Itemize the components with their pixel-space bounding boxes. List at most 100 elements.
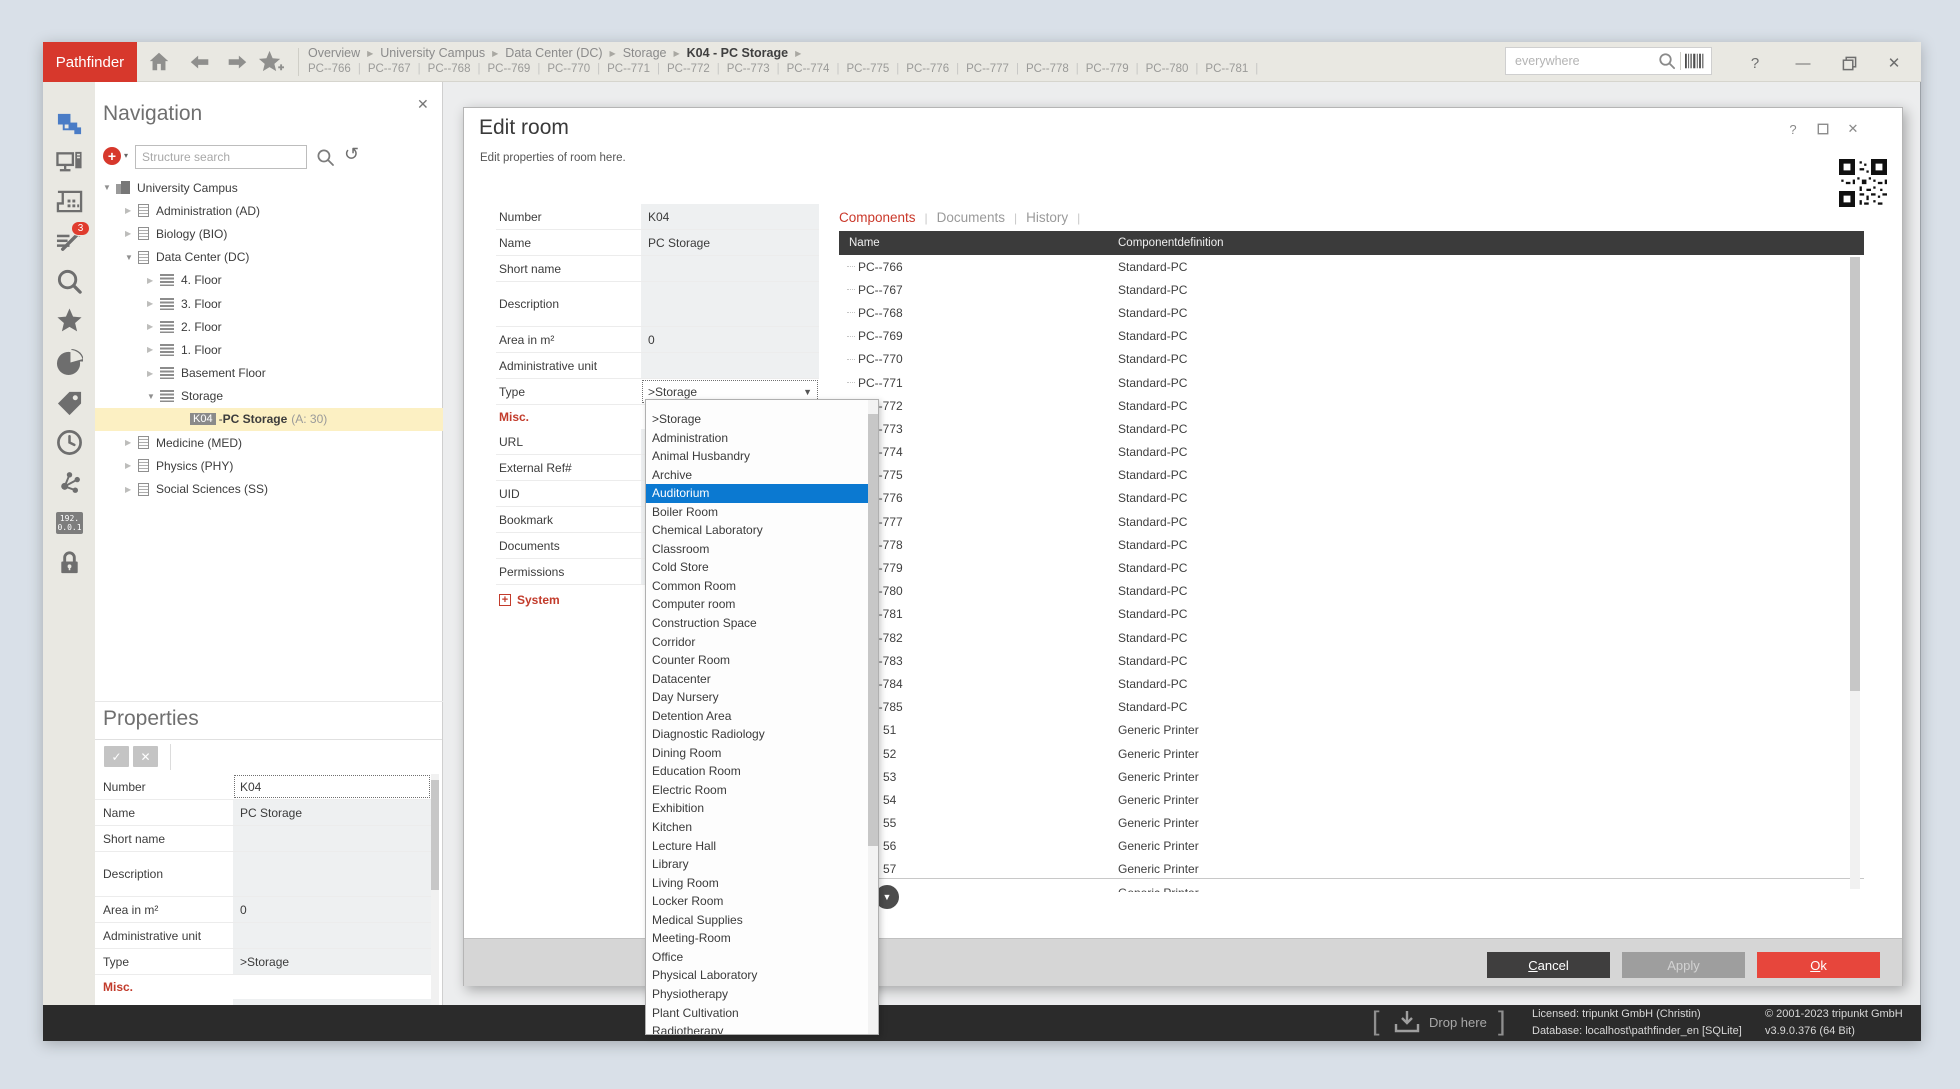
tree-node[interactable]: Administration (AD) [95, 199, 443, 222]
room-type-option[interactable]: Classroom [646, 540, 868, 559]
component-row[interactable]: PC--771 Standard-PC [839, 371, 1864, 394]
navigation-module-icon[interactable] [56, 111, 83, 138]
reports-module-icon[interactable] [56, 349, 83, 376]
recent-item-link[interactable]: PC--773 [727, 63, 787, 75]
room-type-option[interactable]: Datacenter [646, 670, 868, 689]
property-value-field[interactable]: >Storage [233, 949, 431, 974]
recent-item-link[interactable]: PC--769 [487, 63, 547, 75]
tree-node[interactable]: Medicine (MED) [95, 431, 443, 454]
room-type-option[interactable]: Cold Store [646, 558, 868, 577]
property-value-field[interactable] [233, 826, 431, 851]
floorplan-module-icon[interactable] [56, 188, 83, 215]
apply-button[interactable]: Apply [1622, 952, 1745, 978]
room-type-option[interactable]: Construction Space [646, 614, 868, 633]
barcode-scan-icon[interactable] [1681, 52, 1711, 70]
breadcrumb-item[interactable]: K04 - PC Storage▶ [687, 46, 809, 60]
search-module-icon[interactable] [56, 268, 83, 295]
room-type-option[interactable]: Boiler Room [646, 503, 868, 522]
form-value-field[interactable]: ▼ [641, 282, 819, 326]
component-row[interactable]: PC--776 Standard-PC [839, 487, 1864, 510]
properties-scrollbar[interactable] [431, 774, 439, 1005]
tree-node[interactable]: University Campus [95, 176, 443, 199]
room-type-option[interactable]: Animal Husbandry [646, 447, 868, 466]
components-scrollbar[interactable] [1850, 257, 1860, 889]
recent-item-link[interactable]: PC--778 [1026, 63, 1086, 75]
tree-expander-icon[interactable] [147, 322, 160, 331]
component-row[interactable]: 55 Generic Printer [839, 812, 1864, 835]
component-row[interactable]: PC--779 Standard-PC [839, 556, 1864, 579]
room-type-option[interactable]: Library [646, 855, 868, 874]
recent-item-link[interactable]: PC--775 [846, 63, 906, 75]
tree-node[interactable]: 2. Floor [95, 315, 443, 338]
tree-expander-icon[interactable] [147, 345, 160, 354]
room-type-option[interactable]: Computer room [646, 595, 868, 614]
room-type-option[interactable]: Diagnostic Radiology [646, 725, 868, 744]
tree-node[interactable]: 3. Floor [95, 292, 443, 315]
tree-node[interactable]: 1. Floor [95, 338, 443, 361]
room-type-option[interactable]: Detention Area [646, 707, 868, 726]
minimize-icon[interactable]: — [1790, 50, 1816, 76]
breadcrumb-item[interactable]: University Campus▶ [380, 46, 505, 60]
room-type-option[interactable]: Lecture Hall [646, 837, 868, 856]
admin-tools-module-icon[interactable]: 3 [56, 227, 83, 254]
structure-search-icon[interactable] [316, 148, 335, 172]
recent-item-link[interactable]: PC--779 [1086, 63, 1146, 75]
dialog-maximize-icon[interactable] [1812, 120, 1834, 138]
component-row[interactable]: PC--769 Standard-PC [839, 325, 1864, 348]
close-panel-icon[interactable]: ✕ [417, 96, 429, 113]
component-row[interactable]: PC--768 Standard-PC [839, 301, 1864, 324]
refresh-tree-icon[interactable]: ↻ [344, 144, 359, 165]
room-type-option[interactable]: Locker Room [646, 892, 868, 911]
tree-node[interactable]: Data Center (DC) [95, 246, 443, 269]
tree-expander-icon[interactable] [147, 299, 160, 308]
room-type-option[interactable]: Kitchen [646, 818, 868, 837]
room-type-option[interactable]: Counter Room [646, 651, 868, 670]
room-type-option[interactable]: Radiotherapy [646, 1022, 868, 1034]
detail-tab[interactable]: Documents [937, 210, 1026, 225]
history-module-icon[interactable] [56, 429, 83, 456]
component-row[interactable]: PC--766 Standard-PC [839, 255, 1864, 278]
room-type-option[interactable]: Living Room [646, 874, 868, 893]
room-type-option[interactable]: Auditorium [646, 484, 868, 503]
room-type-option[interactable]: Common Room [646, 577, 868, 596]
tree-node[interactable]: K04 - PC Storage (A: 30) [95, 408, 443, 431]
recent-item-link[interactable]: PC--770 [547, 63, 607, 75]
room-type-option[interactable]: Electric Room [646, 781, 868, 800]
component-row[interactable]: PC--781 Standard-PC [839, 603, 1864, 626]
component-row[interactable]: Generic Printer [839, 881, 1864, 892]
global-search-input[interactable] [1506, 54, 1654, 68]
room-type-option[interactable]: Medical Supplies [646, 911, 868, 930]
properties-scrollbar-thumb[interactable] [431, 780, 439, 890]
dropdown-arrow-icon[interactable]: ▼ [803, 387, 812, 397]
room-type-option[interactable]: Meeting-Room [646, 929, 868, 948]
ip-address-module-icon[interactable]: 192.0.0.1 [56, 509, 83, 536]
tree-node[interactable]: Storage [95, 385, 443, 408]
form-value-field[interactable]: ▼ [641, 353, 819, 378]
component-row[interactable]: PC--774 Standard-PC [839, 441, 1864, 464]
form-value-field[interactable]: PC Storage▼ [641, 230, 819, 255]
room-type-option[interactable]: Day Nursery [646, 688, 868, 707]
tree-expander-icon[interactable] [125, 229, 138, 238]
room-type-option[interactable]: >Storage [646, 410, 868, 429]
component-row[interactable]: PC--778 Standard-PC [839, 533, 1864, 556]
property-value-field[interactable]: PC Storage [233, 800, 431, 825]
dialog-help-icon[interactable]: ? [1782, 120, 1804, 138]
recent-item-link[interactable]: PC--781 [1205, 63, 1265, 75]
recent-item-link[interactable]: PC--766 [308, 63, 368, 75]
tree-expander-icon[interactable] [103, 183, 116, 192]
component-row[interactable]: PC--772 Standard-PC [839, 394, 1864, 417]
component-row[interactable]: 54 Generic Printer [839, 788, 1864, 811]
close-window-icon[interactable]: ✕ [1881, 50, 1907, 76]
tree-node[interactable]: 4. Floor [95, 269, 443, 292]
panel-splitter[interactable] [95, 701, 443, 702]
room-type-option[interactable]: Physical Laboratory [646, 966, 868, 985]
component-row[interactable]: 51 Generic Printer [839, 719, 1864, 742]
component-row[interactable]: PC--773 Standard-PC [839, 417, 1864, 440]
property-value-field[interactable] [233, 923, 431, 948]
recent-item-link[interactable]: PC--774 [787, 63, 847, 75]
back-icon[interactable] [188, 51, 212, 80]
add-favorite-icon[interactable] [257, 49, 284, 81]
room-type-option[interactable]: Dining Room [646, 744, 868, 763]
components-scrollbar-thumb[interactable] [1850, 257, 1860, 691]
property-value-field[interactable] [233, 852, 431, 896]
